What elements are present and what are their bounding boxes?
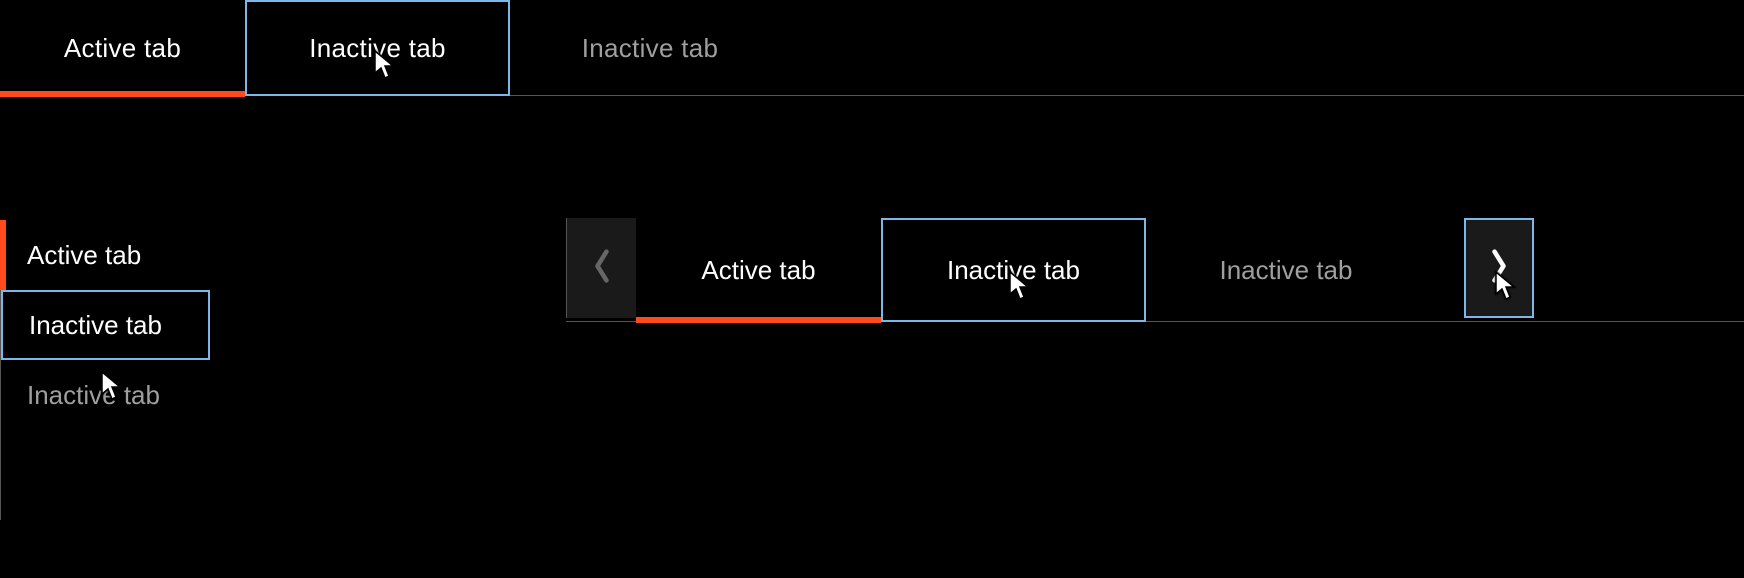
tab-inactive[interactable]: Inactive tab xyxy=(510,0,790,96)
tab-label: Inactive tab xyxy=(947,255,1080,286)
vtab-active[interactable]: Active tab xyxy=(1,220,210,290)
chevron-right-icon xyxy=(1488,248,1510,289)
tab-active[interactable]: Active tab xyxy=(636,218,881,322)
tab-label: Inactive tab xyxy=(309,33,446,64)
tab-inactive-hover[interactable]: Inactive tab xyxy=(245,0,510,96)
tab-inactive-hover[interactable]: Inactive tab xyxy=(881,218,1146,322)
active-indicator xyxy=(0,220,6,290)
tab-active[interactable]: Active tab xyxy=(0,0,245,96)
tab-label: Active tab xyxy=(701,255,815,286)
active-indicator xyxy=(636,317,881,323)
tab-label: Inactive tab xyxy=(27,380,160,411)
tab-inactive[interactable]: Inactive tab xyxy=(1146,218,1426,322)
tab-label: Inactive tab xyxy=(582,33,719,64)
tab-label: Inactive tab xyxy=(29,310,162,341)
tab-label: Inactive tab xyxy=(1220,255,1353,286)
vtab-inactive[interactable]: Inactive tab xyxy=(1,360,210,430)
scrollable-tab-strip: Active tab Inactive tab Inactive tab xyxy=(566,218,1744,322)
active-indicator xyxy=(0,91,245,97)
vertical-tab-strip: Active tab Inactive tab Inactive tab xyxy=(0,220,210,520)
tab-label: Active tab xyxy=(27,240,141,271)
horizontal-tab-strip: Active tab Inactive tab Inactive tab xyxy=(0,0,1744,96)
scroll-left-button[interactable] xyxy=(566,218,636,318)
chevron-left-icon xyxy=(591,248,613,289)
vtab-inactive-hover[interactable]: Inactive tab xyxy=(1,290,210,360)
scroll-right-button[interactable] xyxy=(1464,218,1534,318)
tab-label: Active tab xyxy=(64,33,181,64)
